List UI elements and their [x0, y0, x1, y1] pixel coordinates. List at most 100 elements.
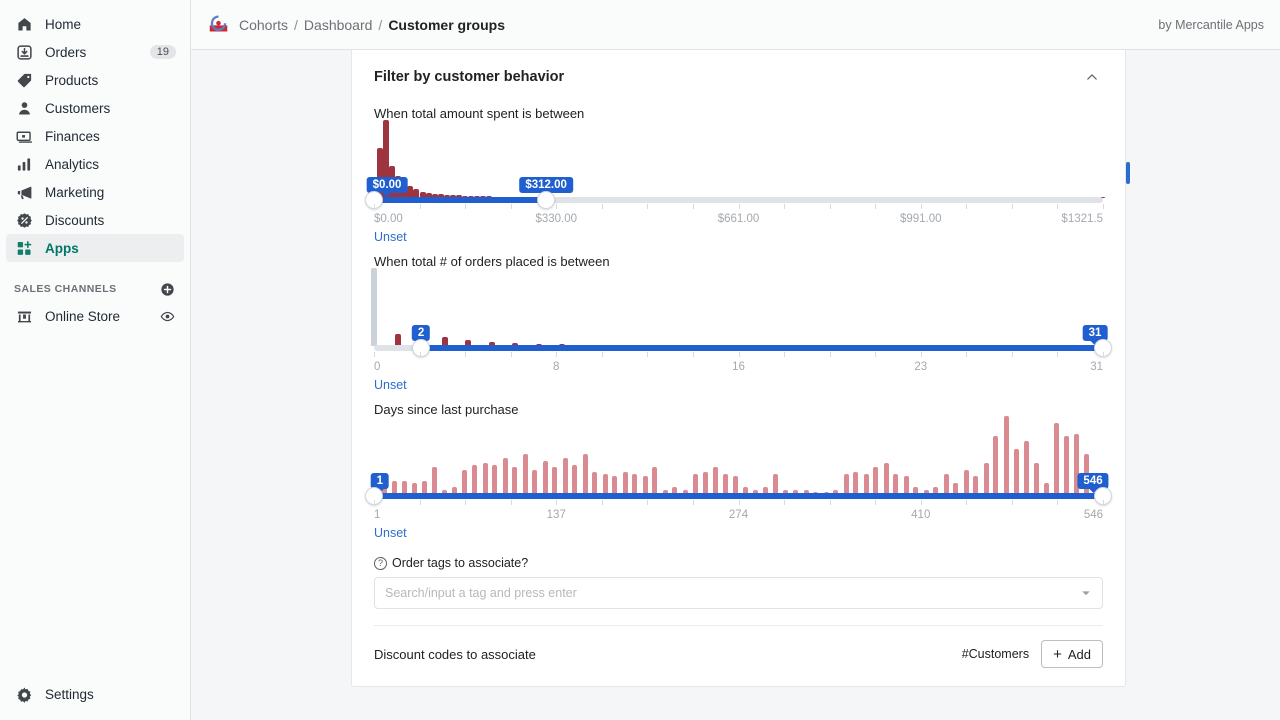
- slider-block-days-since-purchase: Days since last purchase 1 546 113727441…: [352, 402, 1125, 540]
- tick-mark: [1103, 500, 1104, 505]
- caret-down-icon[interactable]: [1080, 587, 1092, 599]
- tick-mark: [465, 500, 466, 505]
- sidebar-item-analytics[interactable]: Analytics: [6, 150, 184, 178]
- tick-mark: [1012, 500, 1013, 505]
- histogram-orders-placed: [374, 268, 1103, 346]
- tick-mark: [784, 204, 785, 209]
- content-scrollbar-thumb[interactable]: [1126, 162, 1130, 184]
- axis-tick-label: 31: [1090, 361, 1103, 373]
- histogram-bar: [703, 472, 708, 494]
- histogram-bar: [1014, 449, 1019, 494]
- histogram-bar: [572, 465, 577, 494]
- sidebar-item-customers[interactable]: Customers: [6, 94, 184, 122]
- tick-mark: [420, 204, 421, 209]
- megaphone-icon: [14, 182, 34, 202]
- sidebar-item-apps[interactable]: Apps: [6, 234, 184, 262]
- histogram-bar: [623, 472, 628, 494]
- axis-tick-label: $330.00: [535, 213, 577, 225]
- histogram-bar: [993, 436, 998, 494]
- sidebar-item-online-store[interactable]: Online Store: [6, 302, 184, 330]
- orders-icon: [14, 42, 34, 62]
- slider-track[interactable]: [374, 493, 1103, 499]
- tick-mark: [875, 352, 876, 357]
- histogram-bar: [652, 467, 657, 494]
- histogram-bar: [864, 474, 869, 494]
- breadcrumb-item-cohorts[interactable]: Cohorts: [239, 17, 288, 33]
- sidebar-item-settings[interactable]: Settings: [6, 680, 184, 708]
- plus-circle-icon[interactable]: [158, 280, 176, 298]
- range-slider-days-since-purchase[interactable]: 1 546 1137274410546: [374, 421, 1103, 525]
- unset-amount-spent[interactable]: Unset: [374, 230, 407, 244]
- sidebar-item-label: Home: [45, 17, 176, 32]
- sidebar-item-label: Finances: [45, 129, 176, 144]
- histogram-bar: [512, 467, 517, 494]
- histogram-bar: [483, 463, 488, 494]
- unset-days-since-purchase[interactable]: Unset: [374, 526, 407, 540]
- breadcrumb-separator: /: [294, 17, 298, 33]
- eye-icon[interactable]: [158, 307, 176, 325]
- order-tags-placeholder: Search/input a tag and press enter: [385, 586, 1080, 600]
- topbar: Cohorts / Dashboard / Customer groups by…: [191, 0, 1280, 50]
- tick-mark: [693, 352, 694, 357]
- question-circle-icon[interactable]: ?: [374, 557, 387, 570]
- histogram-bar: [844, 474, 849, 494]
- sidebar-item-finances[interactable]: Finances: [6, 122, 184, 150]
- sidebar-item-label: Customers: [45, 101, 176, 116]
- histogram-bar: [1034, 463, 1039, 494]
- tick-mark: [511, 500, 512, 505]
- tick-mark: [693, 500, 694, 505]
- sidebar-item-marketing[interactable]: Marketing: [6, 178, 184, 206]
- breadcrumb: Cohorts / Dashboard / Customer groups: [239, 17, 505, 33]
- content-scroll-area: Filter by customer behavior When total a…: [191, 50, 1280, 720]
- tick-mark: [830, 352, 831, 357]
- histogram-bar: [643, 476, 648, 494]
- axis-tick-label: 0: [374, 361, 380, 373]
- histogram-bar: [632, 474, 637, 494]
- histogram-bar: [563, 458, 568, 494]
- tick-mark: [784, 352, 785, 357]
- sidebar-item-home[interactable]: Home: [6, 10, 184, 38]
- sidebar-item-orders[interactable]: Orders 19: [6, 38, 184, 66]
- slider-axis-labels: 1137274410546: [374, 509, 1103, 525]
- breadcrumb-separator: /: [378, 17, 382, 33]
- histogram-bar: [532, 470, 537, 495]
- histogram-bar: [1064, 436, 1069, 494]
- slider-block-amount-spent: When total amount spent is between $0.00…: [352, 106, 1125, 244]
- tick-mark: [1057, 352, 1058, 357]
- axis-tick-label: 137: [547, 509, 566, 521]
- breadcrumb-item-dashboard[interactable]: Dashboard: [304, 17, 373, 33]
- add-button-label: Add: [1068, 647, 1091, 662]
- axis-tick-label: 1: [374, 509, 380, 521]
- histogram-bar: [713, 467, 718, 494]
- page-title: Filter by customer behavior: [374, 69, 564, 85]
- sidebar-item-discounts[interactable]: Discounts: [6, 206, 184, 234]
- tick-mark: [647, 352, 648, 357]
- slider-track[interactable]: [374, 197, 1103, 203]
- plus-icon: +: [1053, 647, 1062, 662]
- histogram-bar: [873, 467, 878, 494]
- unset-orders-placed[interactable]: Unset: [374, 378, 407, 392]
- tick-mark: [602, 204, 603, 209]
- apps-icon: [14, 238, 34, 258]
- histogram-bar: [371, 268, 377, 346]
- sidebar: Home Orders 19 Products Customers: [0, 0, 191, 720]
- discount-codes-row: Discount codes to associate #Customers +…: [374, 626, 1103, 686]
- sidebar-item-products[interactable]: Products: [6, 66, 184, 94]
- range-slider-orders-placed[interactable]: 2 31 08162331: [374, 273, 1103, 377]
- tick-mark: [556, 352, 557, 357]
- histogram-bar: [884, 463, 889, 494]
- tick-mark: [374, 500, 375, 505]
- order-tags-input[interactable]: Search/input a tag and press enter: [374, 577, 1103, 609]
- chevron-up-icon[interactable]: [1081, 66, 1103, 88]
- slider-label-days-since-purchase: Days since last purchase: [374, 402, 1103, 417]
- histogram-amount-spent: [374, 120, 1103, 198]
- tick-mark: [921, 500, 922, 505]
- range-slider-amount-spent[interactable]: $0.00 $312.00 $0.00$330.00$661.00$991.00…: [374, 125, 1103, 229]
- axis-tick-label: 546: [1084, 509, 1103, 521]
- add-discount-code-button[interactable]: + Add: [1041, 640, 1103, 668]
- sidebar-item-label: Products: [45, 73, 176, 88]
- slider-block-orders-placed: When total # of orders placed is between…: [352, 254, 1125, 392]
- slider-track[interactable]: [374, 345, 1103, 351]
- axis-tick-label: 16: [732, 361, 745, 373]
- tick-mark: [1103, 204, 1104, 209]
